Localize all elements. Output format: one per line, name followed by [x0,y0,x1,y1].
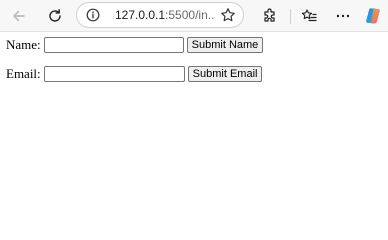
site-info-icon[interactable] [86,8,100,22]
copilot-icon[interactable] [360,3,386,29]
submit-email-button[interactable]: Submit Email [187,66,263,82]
submit-name-button[interactable]: Submit Name [186,37,264,53]
email-label: Email: [6,66,41,81]
browser-window: 127.0.0.1:5500/in... Name: Submit Name E… [0,0,388,214]
more-icon[interactable] [330,3,356,29]
extensions-icon[interactable] [257,3,283,29]
page-content: Name: Submit Name Email: Submit Email [0,33,388,214]
star-icon[interactable] [220,7,236,23]
email-row: Email: Submit Email [6,65,263,83]
favorites-icon[interactable] [296,3,322,29]
back-arrow-icon[interactable] [6,3,32,29]
url-text[interactable]: 127.0.0.1:5500/in... [115,8,215,22]
url-host: 127.0.0.1 [115,8,166,22]
name-input[interactable] [43,37,184,53]
name-row: Name: Submit Name [6,36,264,54]
refresh-icon[interactable] [42,3,68,29]
url-path: :5500/in... [165,8,215,22]
email-input[interactable] [43,66,185,82]
browser-toolbar: 127.0.0.1:5500/in... [0,0,388,32]
name-label: Name: [6,37,41,52]
address-bar[interactable]: 127.0.0.1:5500/in... [76,2,244,28]
toolbar-separator [290,9,291,24]
